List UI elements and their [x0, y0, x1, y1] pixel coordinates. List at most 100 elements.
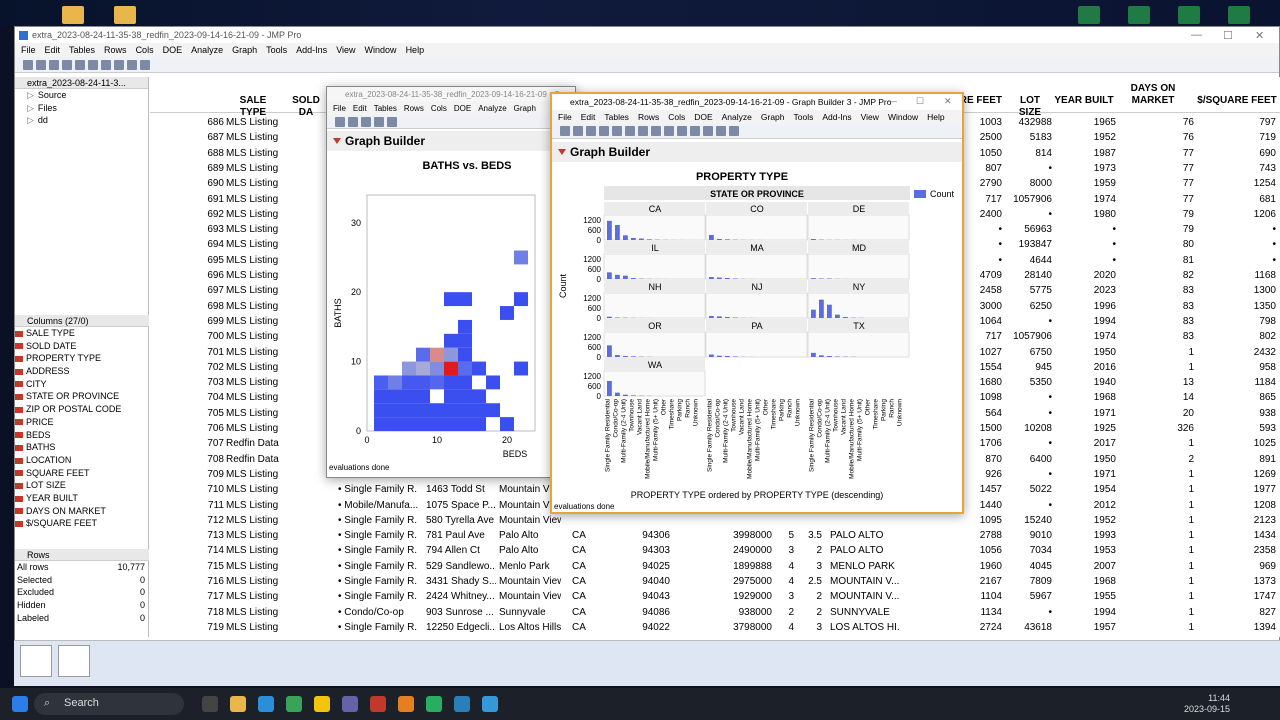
menu-view[interactable]: View: [861, 112, 879, 122]
cell-lot[interactable]: 7809: [1002, 574, 1052, 589]
cell-lot[interactable]: 814: [1002, 146, 1052, 161]
cell-dom[interactable]: 326: [1140, 421, 1194, 436]
col-header-days-on-market[interactable]: DAYS ON MARKET: [1120, 83, 1186, 107]
cell-dom[interactable]: 81: [1140, 253, 1194, 268]
cell-price[interactable]: 3998000: [712, 528, 772, 543]
cell-lot[interactable]: 945: [1002, 360, 1052, 375]
menu-graph[interactable]: Graph: [761, 112, 785, 122]
cell-sq[interactable]: 1095: [950, 513, 1002, 528]
cell-dom[interactable]: 1: [1140, 345, 1194, 360]
cell-lot[interactable]: 15240: [1002, 513, 1052, 528]
menu-analyze[interactable]: Analyze: [722, 112, 752, 122]
cell-loc[interactable]: PALO ALTO: [830, 543, 900, 558]
cell-yr[interactable]: 1987: [1056, 146, 1116, 161]
lasso-icon[interactable]: [703, 126, 713, 136]
cell-lot[interactable]: 5022: [1002, 482, 1052, 497]
cell-n[interactable]: 697: [180, 283, 224, 298]
cell-loc[interactable]: LOS ALTOS HI...: [830, 620, 900, 635]
cell-baths[interactable]: 2: [802, 605, 822, 620]
cell-addr[interactable]: 781 Paul Ave: [426, 528, 496, 543]
cell-lot[interactable]: 56963: [1002, 222, 1052, 237]
cell-beds[interactable]: 4: [782, 559, 794, 574]
graph-builder-header[interactable]: Graph Builder: [552, 142, 962, 162]
search-box[interactable]: ⌕ Search: [34, 693, 184, 715]
menu-graph[interactable]: Graph: [514, 104, 536, 113]
cell-n[interactable]: 698: [180, 299, 224, 314]
cell-lot[interactable]: •: [1002, 406, 1052, 421]
cell-zip[interactable]: 94025: [640, 559, 670, 574]
cell-baths[interactable]: 2.5: [802, 574, 822, 589]
cell-n[interactable]: 689: [180, 161, 224, 176]
cell-yr[interactable]: 1952: [1056, 130, 1116, 145]
table-row[interactable]: 712 MLS Listing • Single Family R... 580 Ty…: [150, 513, 1280, 528]
new-icon[interactable]: [560, 126, 570, 136]
cell-ptype[interactable]: • Condo/Co-op: [338, 605, 418, 620]
cell-ps[interactable]: 1350: [1220, 299, 1276, 314]
cell-yr[interactable]: 2012: [1056, 498, 1116, 513]
expand-icon[interactable]: ▷: [27, 103, 34, 113]
cell-lot[interactable]: 1057906: [1002, 192, 1052, 207]
cell-yr[interactable]: 1996: [1056, 299, 1116, 314]
cell-sale[interactable]: MLS Listing: [226, 146, 286, 161]
open-icon[interactable]: [36, 59, 46, 70]
cell-city[interactable]: Mountain View: [499, 589, 561, 604]
cell-ps[interactable]: 2123: [1220, 513, 1276, 528]
cell-city[interactable]: Mountain View: [499, 513, 561, 528]
table-row[interactable]: 718 MLS Listing • Condo/Co-op 903 Sunrose .…: [150, 605, 1280, 620]
cell-lot[interactable]: •: [1002, 314, 1052, 329]
teams-icon[interactable]: [342, 696, 358, 712]
cell-addr[interactable]: 794 Allen Ct: [426, 543, 496, 558]
cell-sale[interactable]: MLS Listing: [226, 176, 286, 191]
minimize-button[interactable]: —: [1191, 29, 1202, 41]
cell-n[interactable]: 686: [180, 115, 224, 130]
cell-yr[interactable]: 1957: [1056, 620, 1116, 635]
graph-builder-window-3[interactable]: extra_2023-08-24-11-35-38_redfin_2023-09…: [550, 92, 964, 514]
cut-icon[interactable]: [599, 126, 609, 136]
app-icon[interactable]: [482, 696, 498, 712]
table-row[interactable]: 717 MLS Listing • Single Family R... 2424 W…: [150, 589, 1280, 604]
cell-sale[interactable]: MLS Listing: [226, 390, 286, 405]
cell-sale[interactable]: MLS Listing: [226, 253, 286, 268]
column-item[interactable]: YEAR BUILT: [15, 492, 149, 505]
cell-n[interactable]: 708: [180, 452, 224, 467]
cell-yr[interactable]: 1950: [1056, 345, 1116, 360]
cell-yr[interactable]: 2016: [1056, 360, 1116, 375]
cell-price[interactable]: 938000: [712, 605, 772, 620]
cut-icon[interactable]: [62, 59, 72, 70]
brush-icon[interactable]: [729, 126, 739, 136]
column-item[interactable]: PRICE: [15, 416, 149, 429]
cell-ps[interactable]: 1269: [1220, 467, 1276, 482]
cell-yr[interactable]: 1974: [1056, 329, 1116, 344]
menu-cols[interactable]: Cols: [668, 112, 685, 122]
cell-ptype[interactable]: • Single Family R...: [338, 559, 418, 574]
cell-sq[interactable]: 1960: [950, 559, 1002, 574]
cell-sale[interactable]: MLS Listing: [226, 222, 286, 237]
cell-city[interactable]: Mountain View: [499, 574, 561, 589]
menu-cols[interactable]: Cols: [136, 45, 154, 55]
column-item[interactable]: ZIP OR POSTAL CODE: [15, 403, 149, 416]
excel-icon[interactable]: [1228, 6, 1250, 24]
cell-sale[interactable]: MLS Listing: [226, 467, 286, 482]
help-icon[interactable]: [677, 126, 687, 136]
cell-n[interactable]: 711: [180, 498, 224, 513]
cell-price[interactable]: 2490000: [712, 543, 772, 558]
cell-sale[interactable]: MLS Listing: [226, 605, 286, 620]
cell-dom[interactable]: 77: [1140, 146, 1194, 161]
column-item[interactable]: STATE OR PROVINCE: [15, 390, 149, 403]
cell-dom[interactable]: 20: [1140, 406, 1194, 421]
maximize-button[interactable]: ☐: [1223, 29, 1233, 42]
cell-dom[interactable]: 1: [1140, 543, 1194, 558]
cell-loc[interactable]: SUNNYVALE: [830, 605, 900, 620]
maximize-button[interactable]: ☐: [916, 96, 924, 107]
cell-lot[interactable]: 6750: [1002, 345, 1052, 360]
menu-graph[interactable]: Graph: [232, 45, 257, 55]
cell-dom[interactable]: 1: [1140, 605, 1194, 620]
cell-sale[interactable]: MLS Listing: [226, 482, 286, 497]
cell-sale[interactable]: MLS Listing: [226, 375, 286, 390]
cell-yr[interactable]: 1965: [1056, 115, 1116, 130]
expand-icon[interactable]: ▷: [27, 90, 34, 100]
cell-dom[interactable]: 76: [1140, 115, 1194, 130]
cell-n[interactable]: 717: [180, 589, 224, 604]
menu-tables[interactable]: Tables: [374, 104, 397, 113]
menu-tables[interactable]: Tables: [604, 112, 629, 122]
